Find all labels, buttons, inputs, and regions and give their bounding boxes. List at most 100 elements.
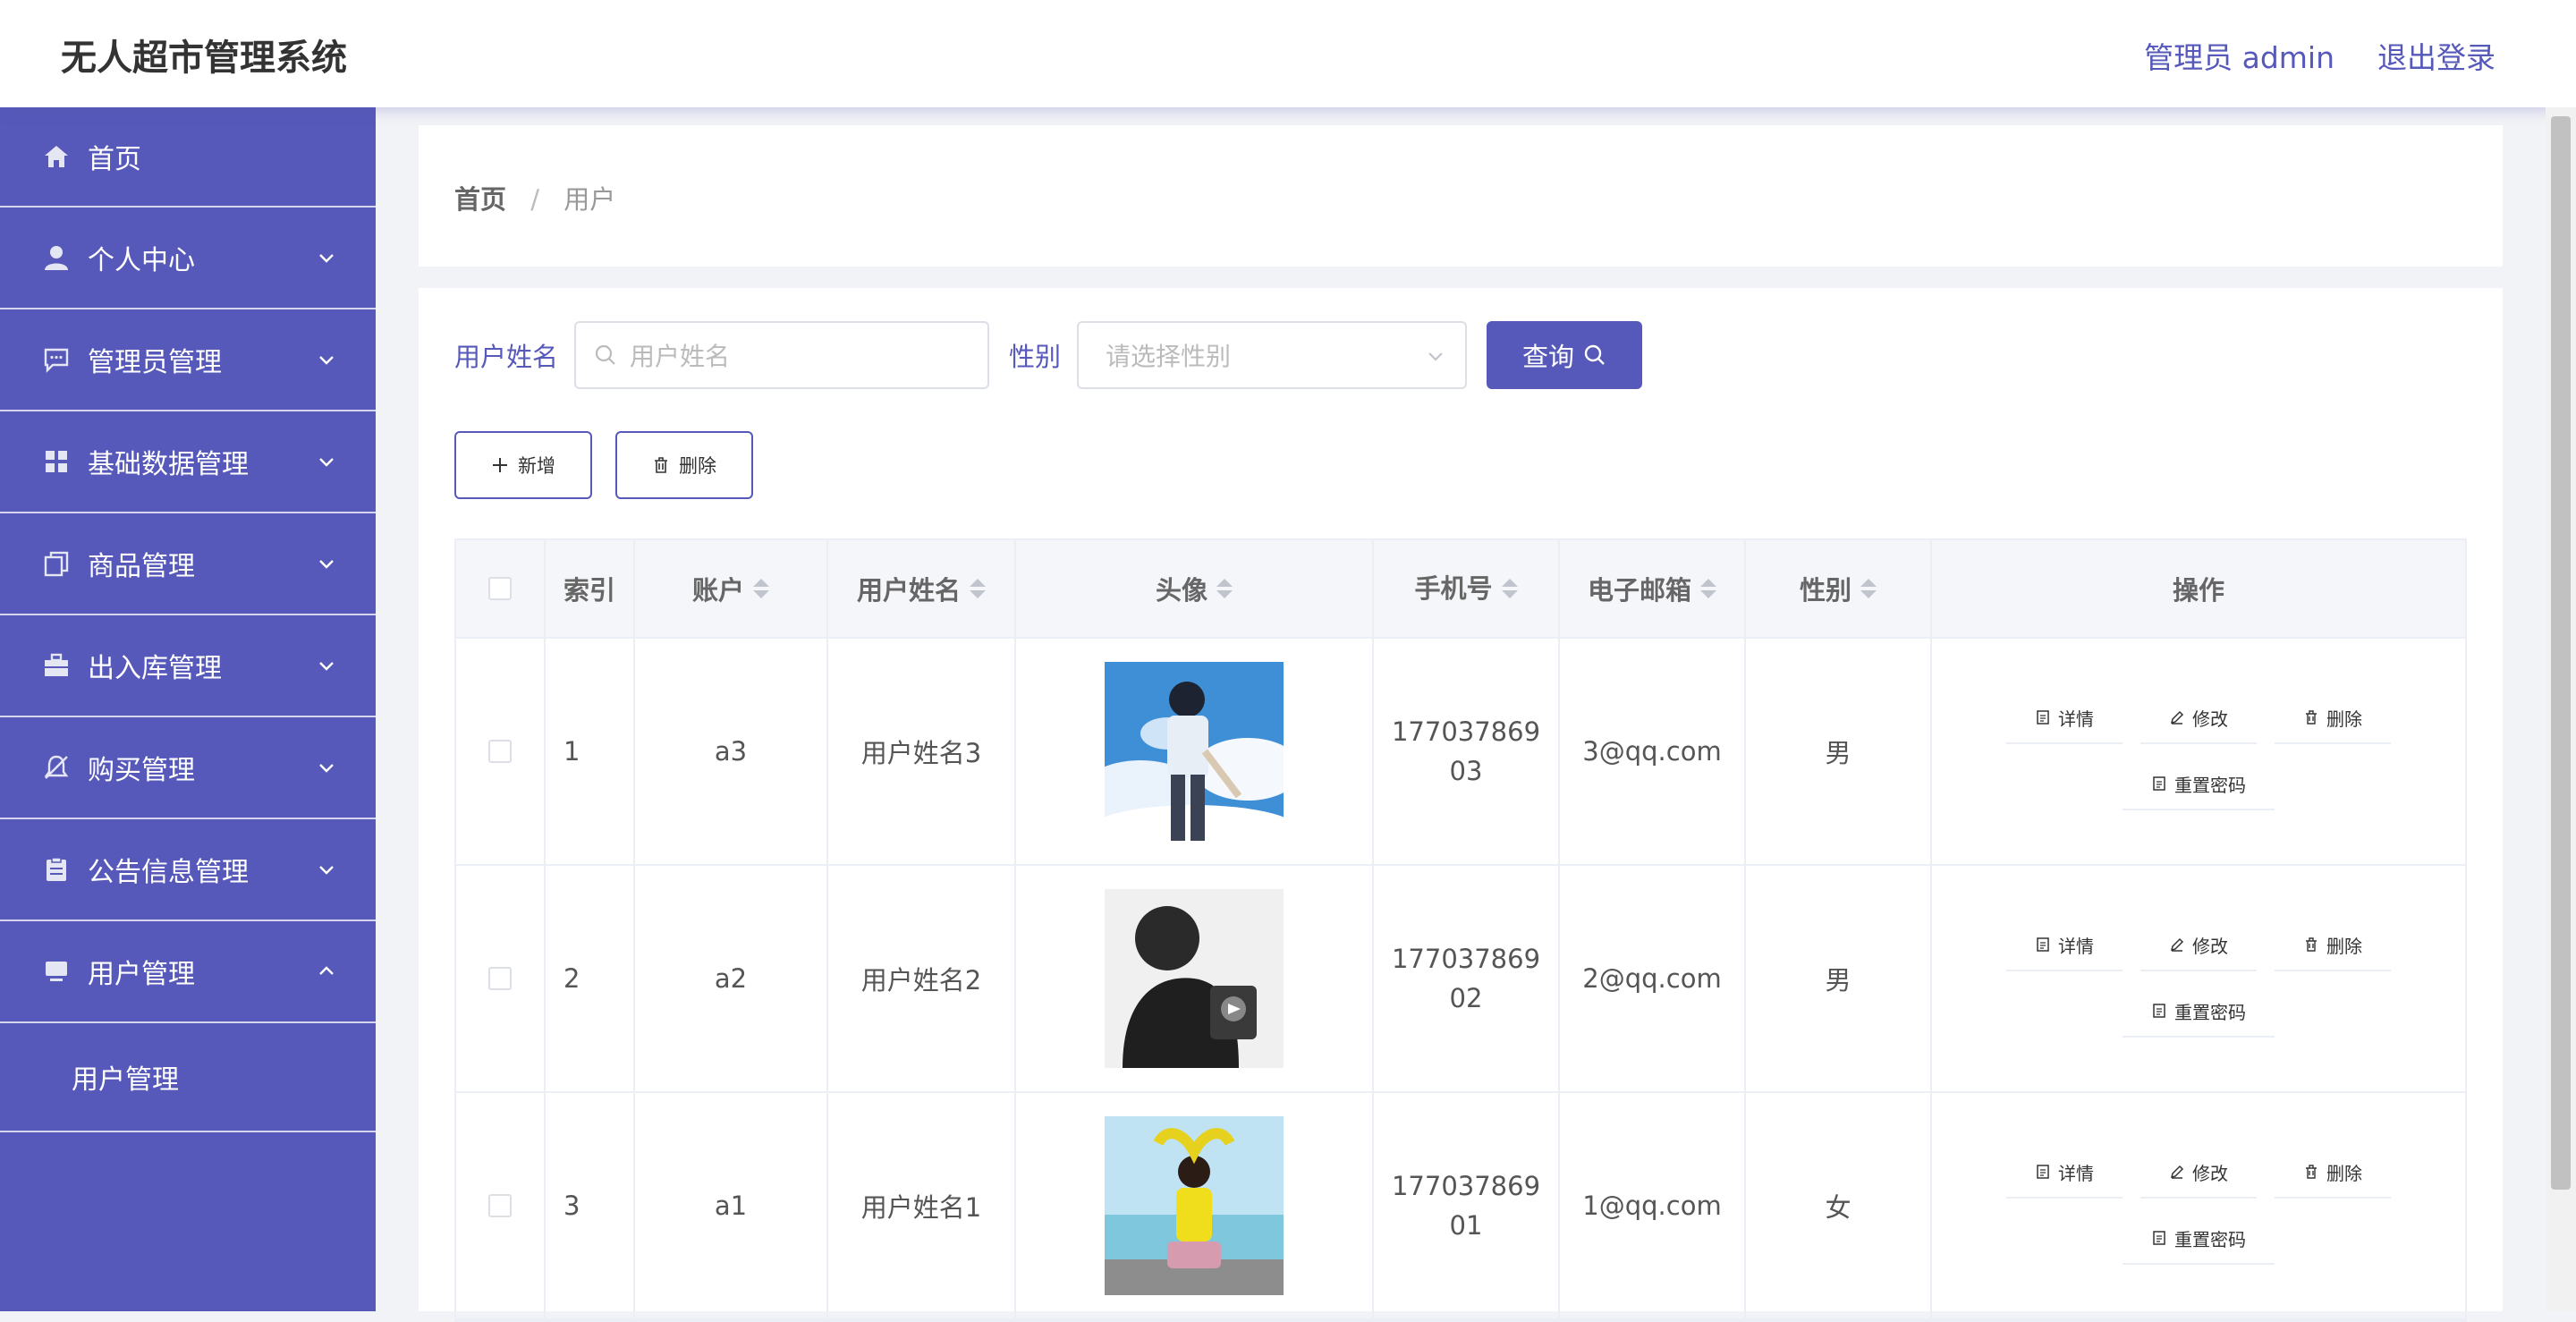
select-all-checkbox[interactable] [488, 577, 512, 600]
sidebar-item-label: 管理员管理 [88, 347, 222, 378]
header-email[interactable]: 电子邮箱 [1560, 540, 1746, 637]
cell-index: 3 [546, 1093, 635, 1318]
reset-password-button[interactable]: 重置密码 [2123, 986, 2275, 1038]
sidebar-item-notice-management[interactable]: 公告信息管理 [0, 819, 376, 921]
header-avatar[interactable]: 头像 [1016, 540, 1374, 637]
header-user-area: 管理员 admin 退出登录 [2144, 34, 2496, 77]
delete-button[interactable]: 删除 [2275, 919, 2391, 971]
sidebar-item-stock-management[interactable]: 出入库管理 [0, 615, 376, 717]
user-table: 索引 账户 用户姓名 头像 手机号 电子邮箱 性别 操作 1 a3 用户姓名3 [454, 538, 2467, 1322]
add-button-label: 新增 [518, 455, 555, 477]
logout-link[interactable]: 退出登录 [2377, 34, 2496, 77]
edit-label: 修改 [2192, 708, 2228, 730]
bell-off-icon [43, 754, 70, 781]
trash-icon [655, 457, 667, 473]
sidebar-item-product-management[interactable]: 商品管理 [0, 513, 376, 615]
header-account[interactable]: 账户 [635, 540, 828, 637]
breadcrumb-home[interactable]: 首页 [454, 184, 506, 215]
delete-button[interactable]: 删除 [2275, 692, 2391, 744]
breadcrumb-current: 用户 [564, 184, 616, 215]
header-sex[interactable]: 性别 [1746, 540, 1932, 637]
cell-email: 1@qq.com [1560, 1093, 1746, 1318]
avatar[interactable] [1105, 662, 1284, 841]
add-button[interactable]: 新增 [454, 431, 592, 499]
app-title: 无人超市管理系统 [61, 38, 347, 79]
grid-icon [43, 448, 70, 475]
row-checkbox[interactable] [488, 740, 512, 763]
scrollbar-thumb[interactable] [2551, 116, 2571, 1190]
sort-icon[interactable] [1216, 579, 1233, 598]
row-checkbox[interactable] [488, 967, 512, 990]
document-icon [2153, 1004, 2165, 1018]
cell-phone: 17703786902 [1374, 866, 1560, 1091]
copy-icon [43, 550, 70, 577]
reset-password-label: 重置密码 [2174, 774, 2246, 796]
edit-button[interactable]: 修改 [2140, 1147, 2257, 1199]
sidebar-item-home[interactable]: 首页 [0, 107, 376, 208]
sidebar-item-basic-data[interactable]: 基础数据管理 [0, 411, 376, 513]
sidebar-item-user-management[interactable]: 用户管理 [0, 921, 376, 1023]
sort-icon[interactable] [970, 579, 986, 598]
sort-icon[interactable] [753, 579, 769, 598]
name-search-input[interactable]: 用户姓名 [574, 321, 990, 389]
search-icon [1584, 344, 1605, 365]
chevron-down-icon [1428, 352, 1443, 361]
delete-label: 删除 [2326, 1162, 2362, 1184]
edit-button[interactable]: 修改 [2140, 919, 2257, 971]
detail-button[interactable]: 详情 [2006, 692, 2123, 744]
page-scrollbar[interactable] [2546, 107, 2576, 1311]
sex-select[interactable]: 请选择性别 [1077, 321, 1468, 389]
detail-label: 详情 [2058, 1162, 2094, 1184]
sidebar-item-label: 首页 [88, 144, 141, 175]
sort-icon[interactable] [1860, 579, 1877, 598]
batch-delete-button[interactable]: 删除 [615, 431, 753, 499]
header-name[interactable]: 用户姓名 [828, 540, 1016, 637]
detail-button[interactable]: 详情 [2006, 1147, 2123, 1199]
header-email-label: 电子邮箱 [1587, 575, 1691, 606]
search-form: 用户姓名 用户姓名 性别 请选择性别 查询 [454, 320, 1643, 390]
detail-button[interactable]: 详情 [2006, 919, 2123, 971]
chevron-down-icon [319, 662, 334, 671]
header-phone[interactable]: 手机号 [1374, 540, 1560, 637]
sidebar-item-admin-management[interactable]: 管理员管理 [0, 309, 376, 411]
query-button-label: 查询 [1522, 342, 1575, 372]
cell-index: 1 [546, 639, 635, 864]
cell-index: 2 [546, 866, 635, 1091]
cell-avatar [1016, 1093, 1374, 1318]
avatar[interactable] [1105, 1116, 1284, 1295]
document-icon [2153, 1231, 2165, 1245]
table-actions: 新增 删除 [454, 431, 753, 499]
cell-email: 2@qq.com [1560, 866, 1746, 1091]
sort-icon[interactable] [1501, 579, 1518, 598]
row-checkbox-cell [456, 866, 546, 1091]
cell-ops: 详情 修改 删除 重置密码 [1932, 866, 2465, 1091]
table-row: 1 a3 用户姓名3 17703786903 3@qq.com 男 详情 修改 … [456, 639, 2465, 866]
document-icon [2153, 776, 2165, 791]
cell-avatar [1016, 866, 1374, 1091]
chevron-up-icon [319, 966, 334, 975]
sort-icon[interactable] [1700, 579, 1716, 598]
header-ops: 操作 [2172, 575, 2224, 606]
avatar[interactable] [1105, 889, 1284, 1068]
trash-icon [2306, 937, 2317, 952]
sidebar-item-purchase-management[interactable]: 购买管理 [0, 717, 376, 819]
row-checkbox[interactable] [488, 1194, 512, 1217]
cell-name: 用户姓名1 [828, 1093, 1016, 1318]
reset-password-button[interactable]: 重置密码 [2123, 1213, 2275, 1265]
submenu-item-user-management[interactable]: 用户管理 [0, 1023, 376, 1132]
trash-icon [2306, 710, 2317, 725]
cell-account: a2 [635, 866, 828, 1091]
reset-password-button[interactable]: 重置密码 [2123, 758, 2275, 810]
sidebar-item-personal-center[interactable]: 个人中心 [0, 208, 376, 309]
delete-label: 删除 [2326, 708, 2362, 730]
edit-button[interactable]: 修改 [2140, 692, 2257, 744]
chevron-down-icon [319, 560, 334, 569]
query-button[interactable]: 查询 [1487, 321, 1643, 389]
delete-label: 删除 [2326, 935, 2362, 957]
admin-label: 管理员 admin [2144, 40, 2334, 75]
trash-icon [2306, 1165, 2317, 1179]
briefcase-icon [43, 652, 70, 679]
detail-label: 详情 [2058, 708, 2094, 730]
header-sex-label: 性别 [1799, 575, 1852, 606]
delete-button[interactable]: 删除 [2275, 1147, 2391, 1199]
